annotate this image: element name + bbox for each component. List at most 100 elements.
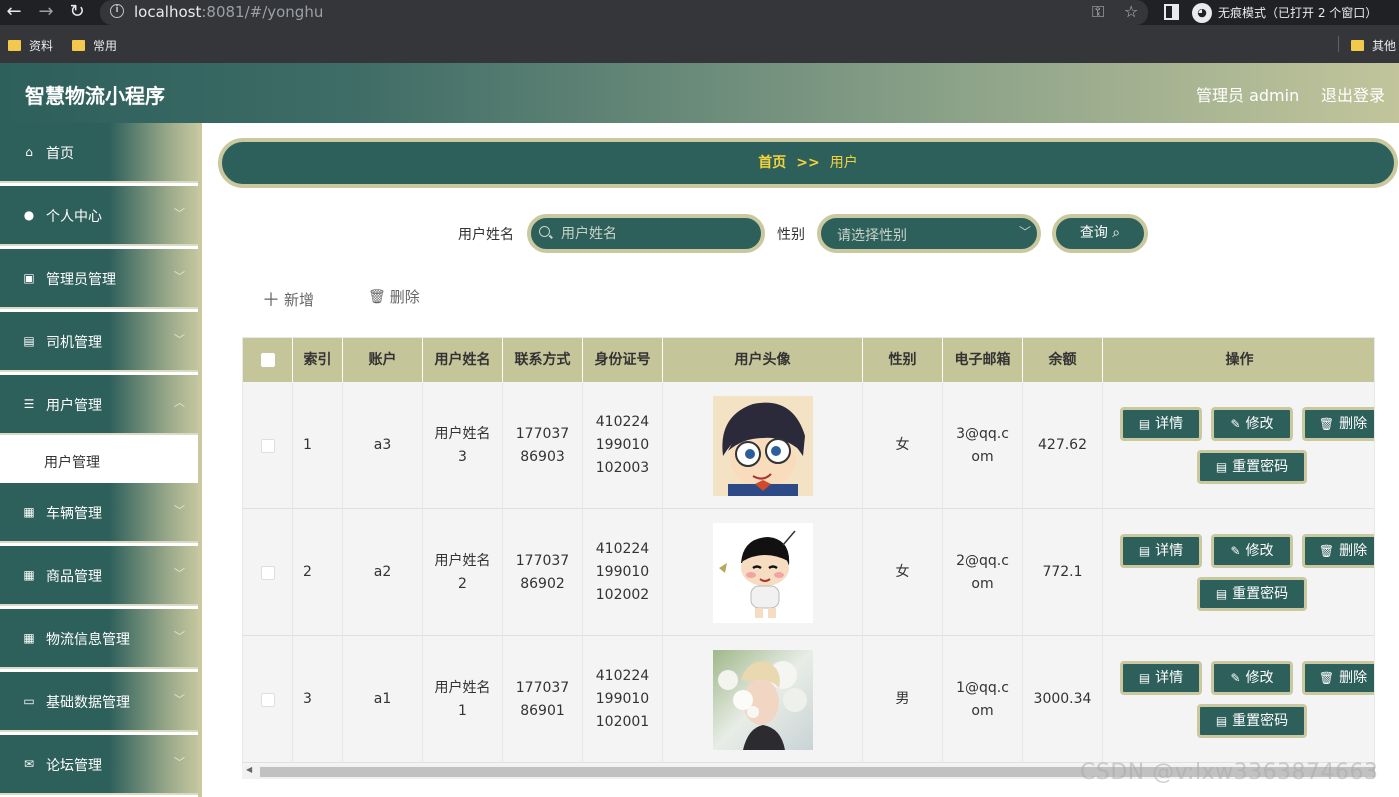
plus-icon: ＋	[262, 290, 280, 311]
forward-icon[interactable]: →	[36, 2, 56, 22]
header-actions: 操作	[1225, 352, 1254, 368]
chevron-down-icon: ﹀	[174, 333, 185, 346]
home-icon: ⌂	[25, 145, 33, 159]
key-icon[interactable]: ⚿	[1092, 2, 1104, 22]
cell-id-card: 410224199010102002	[583, 509, 663, 636]
monitor-icon: ▭	[23, 694, 35, 708]
delete-label: 删除	[389, 288, 420, 306]
cell-balance: 427.62	[1023, 382, 1103, 509]
grid-icon: ▦	[23, 568, 35, 582]
chevron-down-icon: ﹀	[174, 567, 185, 580]
document-icon: ▤	[1215, 713, 1228, 728]
header-account: 账户	[343, 338, 423, 382]
detail-button[interactable]: ▤ 详情	[1120, 534, 1202, 568]
sidebar-item-vehicle[interactable]: ▦ 车辆管理 ﹀	[0, 483, 198, 543]
query-button[interactable]: 查询 ⌕	[1052, 214, 1148, 253]
gender-select-placeholder: 请选择性别	[837, 228, 907, 244]
reset-password-button[interactable]: ▤ 重置密码	[1197, 450, 1307, 484]
sidebar-item-label: 论坛管理	[46, 758, 102, 774]
watermark: CSDN @v:lxw3363874663	[1080, 760, 1379, 785]
breadcrumb-home[interactable]: 首页	[758, 155, 786, 171]
sidebar-item-user[interactable]: ☰ 用户管理 ︿	[0, 375, 198, 435]
cell-id-card: 410224199010102001	[583, 636, 663, 763]
document-icon: ▤	[1215, 459, 1228, 474]
detail-button[interactable]: ▤ 详情	[1120, 661, 1202, 695]
document-icon: ▤	[1215, 586, 1228, 601]
sidebar-item-home[interactable]: ⌂ 首页	[0, 123, 198, 183]
cell-index: 2	[293, 509, 343, 636]
reload-icon[interactable]: ↻	[67, 2, 87, 22]
delete-button[interactable]: 🗑 删除	[1302, 661, 1374, 695]
avatar-conan[interactable]	[712, 395, 813, 496]
site-info-icon[interactable]: i	[110, 4, 124, 18]
chevron-down-icon: ﹀	[174, 630, 185, 643]
star-icon[interactable]: ☆	[1124, 2, 1138, 21]
chevron-down-icon: ﹀	[174, 504, 185, 517]
sidebar-item-label: 基础数据管理	[46, 695, 130, 711]
reset-password-button[interactable]: ▤ 重置密码	[1197, 704, 1307, 738]
document-icon: ▤	[1138, 543, 1151, 558]
logout-button[interactable]: 退出登录	[1321, 82, 1385, 106]
header-email: 电子邮箱	[943, 338, 1023, 382]
batch-delete-button[interactable]: 🗑 删除	[368, 286, 420, 307]
chevron-up-icon: ︿	[174, 396, 185, 409]
side-panel-icon[interactable]	[1164, 4, 1179, 20]
edit-button[interactable]: ✎ 修改	[1211, 661, 1293, 695]
cell-name: 用户姓名2	[423, 509, 503, 636]
sidebar-subitem-label: 用户管理	[44, 455, 100, 471]
gender-select[interactable]: 请选择性别 ﹀	[817, 214, 1041, 253]
bookmark-folder-other[interactable]: 其他	[1351, 37, 1396, 54]
detail-button[interactable]: ▤ 详情	[1120, 407, 1202, 441]
cell-phone: 17703786902	[503, 509, 583, 636]
address-bar[interactable]: i localhost:8081/#/yonghu ⚿ ☆	[100, 0, 1148, 25]
cell-account: a3	[343, 382, 423, 509]
browser-toolbar: ← → ↻ i localhost:8081/#/yonghu ⚿ ☆ ◕ 无痕…	[0, 0, 1399, 25]
edit-button[interactable]: ✎ 修改	[1211, 407, 1293, 441]
grid-icon: ▦	[23, 631, 35, 645]
avatar-photo[interactable]	[712, 649, 813, 750]
sidebar-item-basedata[interactable]: ▭ 基础数据管理 ﹀	[0, 672, 198, 732]
cell-account: a1	[343, 636, 423, 763]
edit-label: 修改	[1245, 415, 1274, 432]
incognito-indicator[interactable]: ◕ 无痕模式（已打开 2 个窗口）	[1192, 2, 1377, 23]
sidebar-item-admin[interactable]: ▣ 管理员管理 ﹀	[0, 249, 198, 309]
delete-button[interactable]: 🗑 删除	[1302, 534, 1374, 568]
query-label: 查询	[1079, 225, 1108, 241]
add-button[interactable]: ＋新增	[262, 286, 314, 312]
sidebar-border	[198, 123, 202, 797]
cell-phone: 17703786903	[503, 382, 583, 509]
sidebar-subitem-user-management[interactable]: 用户管理	[0, 437, 198, 483]
row-checkbox[interactable]	[260, 438, 275, 453]
row-checkbox-cell	[243, 382, 293, 509]
sidebar-item-profile[interactable]: ● 个人中心 ﹀	[0, 186, 198, 246]
row-checkbox[interactable]	[260, 565, 275, 580]
sidebar-item-forum[interactable]: ✉ 论坛管理 ﹀	[0, 735, 198, 795]
delete-button[interactable]: 🗑 删除	[1302, 407, 1374, 441]
reset-password-button[interactable]: ▤ 重置密码	[1197, 577, 1307, 611]
avatar-cartoon-boy[interactable]	[712, 522, 813, 623]
header-avatar: 用户头像	[663, 338, 863, 382]
bookmark-folder-changyong[interactable]: 常用	[72, 37, 117, 54]
gender-label: 性别	[777, 227, 805, 243]
edit-button[interactable]: ✎ 修改	[1211, 534, 1293, 568]
cell-avatar	[663, 382, 863, 509]
scroll-left-icon[interactable]: ◀	[246, 765, 252, 774]
sidebar-item-logistics[interactable]: ▦ 物流信息管理 ﹀	[0, 609, 198, 669]
name-search-input[interactable]	[561, 222, 756, 246]
sidebar-item-driver[interactable]: ▤ 司机管理 ﹀	[0, 312, 198, 372]
select-all-checkbox[interactable]	[260, 353, 275, 367]
cell-name: 用户姓名1	[423, 636, 503, 763]
sidebar-item-label: 首页	[46, 146, 74, 162]
bookmark-folder-ziliao[interactable]: 资料	[8, 37, 53, 54]
app-header: 智慧物流小程序 管理员 admin 退出登录	[0, 63, 1399, 123]
cell-account: a2	[343, 509, 423, 636]
folder-icon	[8, 40, 21, 51]
name-search-field[interactable]	[527, 214, 765, 253]
row-checkbox[interactable]	[260, 692, 275, 707]
sidebar-item-goods[interactable]: ▦ 商品管理 ﹀	[0, 546, 198, 606]
detail-label: 详情	[1155, 415, 1184, 432]
back-icon[interactable]: ←	[4, 2, 24, 22]
breadcrumb-separator: >>	[796, 155, 820, 171]
document-icon: ▤	[1138, 416, 1151, 431]
bookmarks-bar: 资料 常用 其他	[0, 25, 1399, 63]
